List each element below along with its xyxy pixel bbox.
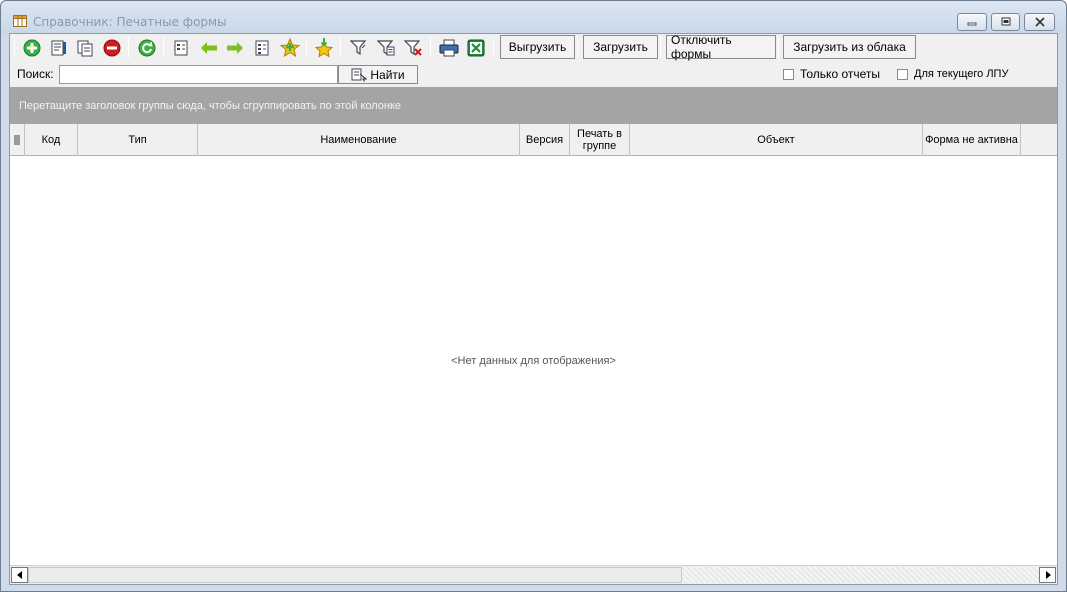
import-button[interactable]: Загрузить <box>583 35 658 59</box>
copy-icon[interactable] <box>75 38 95 58</box>
toolbar-separator <box>660 37 661 58</box>
arrow-right-icon <box>1045 571 1051 579</box>
disable-forms-button[interactable]: Отключить формы <box>666 33 776 61</box>
toolbar-separator <box>14 37 15 58</box>
favorite-add-icon[interactable] <box>280 38 300 58</box>
toolbar-separator <box>778 37 779 58</box>
filter-clear-icon[interactable] <box>403 38 423 58</box>
find-icon <box>351 68 368 82</box>
scrollbar-thumb[interactable] <box>28 567 682 583</box>
scroll-left-button[interactable] <box>11 567 28 583</box>
add-icon[interactable] <box>22 38 42 58</box>
search-input[interactable] <box>59 65 338 84</box>
right-arrow-icon[interactable] <box>225 38 245 58</box>
refresh-icon[interactable] <box>137 38 157 58</box>
current-lpu-checkbox[interactable] <box>897 69 908 80</box>
scroll-right-button[interactable] <box>1039 567 1056 583</box>
grid-icon <box>13 15 27 27</box>
column-chooser-icon <box>14 135 20 145</box>
filter-edit-icon[interactable] <box>376 38 396 58</box>
only-reports-label: Только отчеты <box>800 67 881 81</box>
excel-icon[interactable] <box>466 38 486 58</box>
grid-header: Код Тип Наименование Версия Печать в гру… <box>10 124 1057 156</box>
find-button[interactable]: Найти <box>338 65 418 84</box>
close-button[interactable] <box>1024 13 1055 31</box>
toolbar-separator <box>306 37 307 58</box>
column-header-type[interactable]: Тип <box>78 124 198 156</box>
column-header-version[interactable]: Версия <box>520 124 570 156</box>
column-header-code[interactable]: Код <box>25 124 78 156</box>
view-icon[interactable] <box>172 38 192 58</box>
print-icon[interactable] <box>439 38 459 58</box>
toolbar-separator <box>577 37 578 58</box>
left-arrow-icon[interactable] <box>199 38 219 58</box>
toolbar-separator <box>493 37 494 58</box>
column-header-name[interactable]: Наименование <box>198 124 520 156</box>
toolbar-separator <box>430 37 431 58</box>
grid-body[interactable]: <Нет данных для отображения> <box>10 157 1057 565</box>
empty-message: <Нет данных для отображения> <box>451 355 616 367</box>
app-window: Справочник: Печатные формы Выгрузить Заг… <box>0 0 1067 592</box>
column-chooser-button[interactable] <box>10 124 25 156</box>
close-icon <box>1034 17 1045 27</box>
scrollbar-track[interactable] <box>682 567 1040 583</box>
window-title: Справочник: Печатные формы <box>33 15 227 29</box>
group-hint: Перетащите заголовок группы сюда, чтобы … <box>19 100 402 112</box>
toolbar-separator <box>128 37 129 58</box>
cloud-import-button[interactable]: Загрузить из облака <box>783 35 916 59</box>
column-header-object[interactable]: Объект <box>630 124 923 156</box>
find-button-label: Найти <box>370 67 405 82</box>
export-button[interactable]: Выгрузить <box>500 35 575 59</box>
toolbar-separator <box>340 37 341 58</box>
client-area: Выгрузить Загрузить Отключить формы Загр… <box>9 33 1058 585</box>
favorite-icon[interactable] <box>314 38 334 58</box>
current-lpu-label: Для текущего ЛПУ <box>914 68 1009 80</box>
horizontal-scrollbar[interactable] <box>10 565 1057 584</box>
only-reports-checkbox[interactable] <box>783 69 794 80</box>
filter-icon[interactable] <box>349 38 369 58</box>
search-bar: Поиск: Найти Только отчеты Для текущего … <box>10 61 1057 87</box>
list-icon[interactable] <box>253 38 273 58</box>
delete-icon[interactable] <box>102 38 122 58</box>
restore-button[interactable] <box>991 13 1020 31</box>
search-label: Поиск: <box>17 67 54 81</box>
column-header-inactive[interactable]: Форма не активна <box>923 124 1021 156</box>
minimize-button[interactable] <box>957 13 987 31</box>
toolbar-separator <box>163 37 164 58</box>
arrow-left-icon <box>16 571 22 579</box>
column-header-group-print[interactable]: Печать в группе <box>570 124 630 156</box>
restore-icon <box>1001 17 1010 26</box>
edit-icon[interactable] <box>49 38 69 58</box>
toolbar: Выгрузить Загрузить Отключить формы Загр… <box>10 33 1057 61</box>
title-bar[interactable]: Справочник: Печатные формы <box>1 1 1066 34</box>
minimize-icon <box>967 22 977 26</box>
group-by-panel[interactable]: Перетащите заголовок группы сюда, чтобы … <box>10 87 1057 124</box>
